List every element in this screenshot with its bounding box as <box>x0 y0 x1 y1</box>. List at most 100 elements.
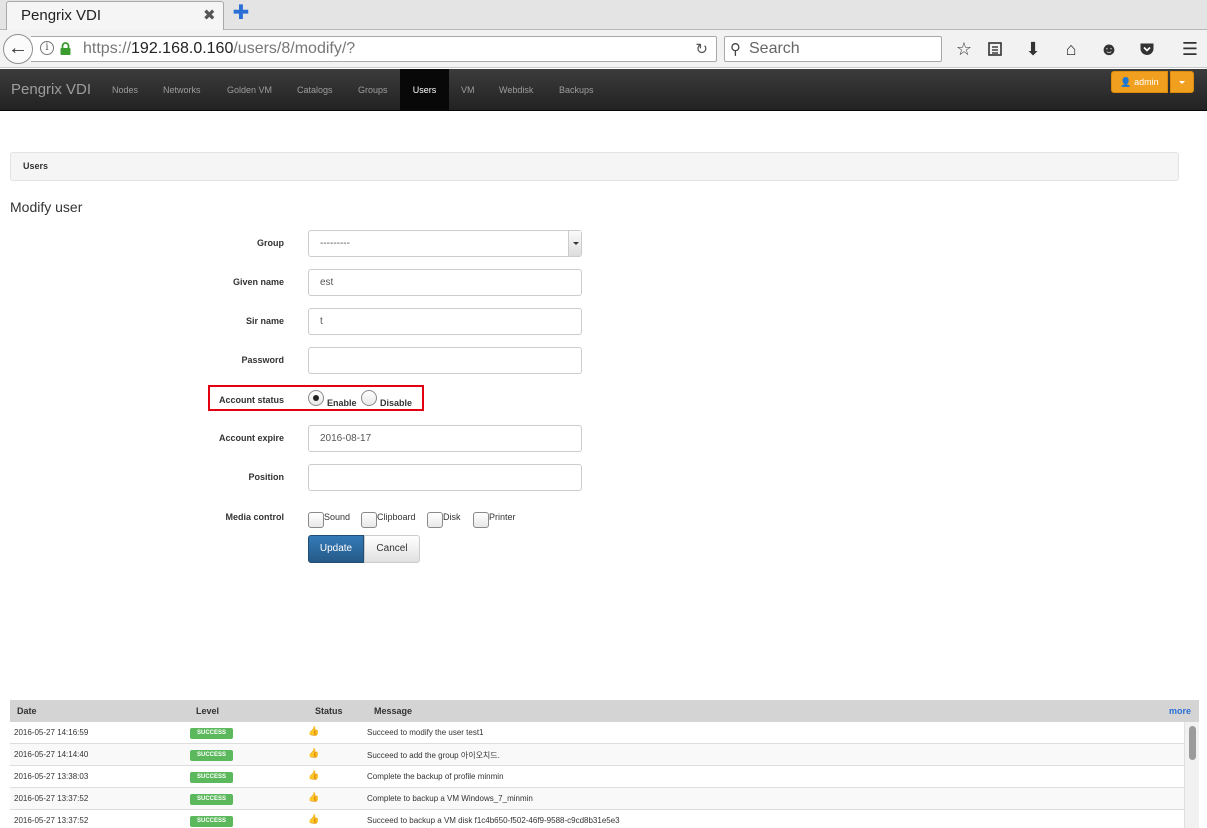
log-header-level: Level <box>196 706 220 716</box>
table-row: 2016-05-27 13:38:03 SUCCESS 👍 Complete t… <box>10 766 1184 788</box>
reload-icon[interactable]: ↻ <box>695 40 708 58</box>
tab-title: Pengrix VDI <box>21 7 102 24</box>
url-host: 192.168.0.160 <box>131 40 234 57</box>
menu-icon[interactable]: ☰ <box>1179 38 1201 60</box>
password-label: Password <box>241 355 284 365</box>
position-label: Position <box>248 472 285 482</box>
status-badge: SUCCESS <box>190 794 233 805</box>
status-enable-radio[interactable] <box>308 390 324 406</box>
log-more-link[interactable]: more <box>1169 706 1191 716</box>
brand-link[interactable]: Pengrix VDI <box>11 81 91 98</box>
log-message: Succeed to add the group 아이오치드. <box>367 751 500 760</box>
home-icon[interactable]: ⌂ <box>1060 38 1082 60</box>
bookmark-star-icon[interactable]: ☆ <box>953 38 975 60</box>
thumbs-up-icon: 👍 <box>308 748 320 758</box>
account-status-label: Account status <box>218 395 284 405</box>
url-bar[interactable]: i https://192.168.0.160/users/8/modify/?… <box>31 36 717 62</box>
update-button[interactable]: Update <box>308 535 364 563</box>
lock-icon <box>60 42 71 55</box>
thumbs-up-icon: 👍 <box>308 792 320 802</box>
user-icon: 👤 <box>1120 77 1132 87</box>
sound-checkbox[interactable] <box>308 512 324 528</box>
account-expire-field[interactable]: 2016-08-17 <box>308 425 582 452</box>
search-icon: ⚲ <box>730 41 741 58</box>
status-disable-radio[interactable] <box>361 390 377 406</box>
download-icon[interactable]: ⬇ <box>1022 38 1044 60</box>
hello-chat-icon[interactable]: ☻ <box>1098 38 1120 60</box>
group-label: Group <box>257 238 284 248</box>
new-tab-icon[interactable]: ✚ <box>230 3 252 25</box>
given-name-label: Given name <box>232 277 284 287</box>
table-row: 2016-05-27 14:14:40 SUCCESS 👍 Succeed to… <box>10 744 1184 766</box>
nav-backups[interactable]: Backups <box>559 69 594 111</box>
search-bar[interactable]: ⚲ <box>724 36 942 62</box>
printer-label: Printer <box>489 512 516 522</box>
log-message: Complete the backup of profile minmin <box>367 772 504 781</box>
disk-label: Disk <box>443 512 461 522</box>
back-arrow-icon: ← <box>8 37 28 59</box>
sir-name-field[interactable]: t <box>308 308 582 335</box>
nav-users[interactable]: Users <box>400 69 449 111</box>
given-name-field[interactable]: est <box>308 269 582 296</box>
url-path: /users/8/modify/? <box>233 40 356 57</box>
url-text[interactable]: https://192.168.0.160/users/8/modify/? <box>83 40 355 58</box>
admin-label: admin <box>1134 77 1159 87</box>
log-scrollbar-thumb[interactable] <box>1189 726 1196 760</box>
clipboard-checkbox[interactable] <box>361 512 377 528</box>
site-info-icon[interactable]: i <box>40 41 54 55</box>
log-header-date: Date <box>17 706 37 716</box>
nav-nodes[interactable]: Nodes <box>112 69 138 111</box>
nav-vm[interactable]: VM <box>461 69 475 111</box>
thumbs-up-icon: 👍 <box>308 770 320 780</box>
position-field[interactable] <box>308 464 582 491</box>
nav-catalogs[interactable]: Catalogs <box>297 69 333 111</box>
log-message: Succeed to modify the user test1 <box>367 728 484 737</box>
media-control-label: Media control <box>225 512 284 522</box>
printer-checkbox[interactable] <box>473 512 489 528</box>
log-date: 2016-05-27 14:16:59 <box>14 728 89 737</box>
nav-groups[interactable]: Groups <box>358 69 388 111</box>
sound-label: Sound <box>324 512 351 522</box>
thumbs-up-icon: 👍 <box>308 814 320 824</box>
cancel-button[interactable]: Cancel <box>364 535 420 563</box>
reading-list-icon[interactable] <box>984 38 1006 60</box>
status-badge: SUCCESS <box>190 772 233 783</box>
log-header-status: Status <box>315 706 343 716</box>
log-date: 2016-05-27 13:37:52 <box>14 794 89 803</box>
password-field[interactable] <box>308 347 582 374</box>
log-header-message: Message <box>374 706 413 716</box>
sir-name-label: Sir name <box>245 316 284 326</box>
status-badge: SUCCESS <box>190 728 233 739</box>
clipboard-label: Clipboard <box>377 512 416 522</box>
search-input[interactable] <box>749 39 937 59</box>
log-date: 2016-05-27 13:38:03 <box>14 772 89 781</box>
back-button[interactable]: ← <box>3 34 33 64</box>
pocket-icon[interactable] <box>1136 38 1158 60</box>
nav-networks[interactable]: Networks <box>163 69 201 111</box>
log-table-body[interactable]: 2016-05-27 14:16:59 SUCCESS 👍 Succeed to… <box>10 722 1199 828</box>
table-row: 2016-05-27 14:16:59 SUCCESS 👍 Succeed to… <box>10 722 1184 744</box>
group-select[interactable]: --------- <box>308 230 582 257</box>
nav-golden-vm[interactable]: Golden VM <box>227 69 272 111</box>
disk-checkbox[interactable] <box>427 512 443 528</box>
table-row: 2016-05-27 13:37:52 SUCCESS 👍 Succeed to… <box>10 810 1184 828</box>
log-scrollbar[interactable] <box>1184 722 1199 828</box>
status-enable-label: Enable <box>327 398 357 408</box>
browser-tab[interactable]: Pengrix VDI ✖ <box>6 1 224 31</box>
status-badge: SUCCESS <box>190 816 233 827</box>
status-disable-label: Disable <box>380 398 413 408</box>
admin-dropdown-toggle[interactable] <box>1170 71 1194 93</box>
chevron-down-icon <box>568 231 581 256</box>
thumbs-up-icon: 👍 <box>308 726 320 736</box>
page-title: Modify user <box>10 199 83 215</box>
group-selected-value: --------- <box>320 238 350 249</box>
admin-button[interactable]: 👤 admin <box>1111 71 1168 93</box>
status-badge: SUCCESS <box>190 750 233 761</box>
log-message: Succeed to backup a VM disk f1c4b650-f50… <box>367 816 620 825</box>
breadcrumb-users[interactable]: Users <box>23 161 48 171</box>
log-table-header: Date Level Status Message more <box>10 700 1199 722</box>
nav-webdisk[interactable]: Webdisk <box>499 69 533 111</box>
table-row: 2016-05-27 13:37:52 SUCCESS 👍 Complete t… <box>10 788 1184 810</box>
url-prefix: https:// <box>83 40 132 57</box>
tab-close-icon[interactable]: ✖ <box>203 6 216 24</box>
